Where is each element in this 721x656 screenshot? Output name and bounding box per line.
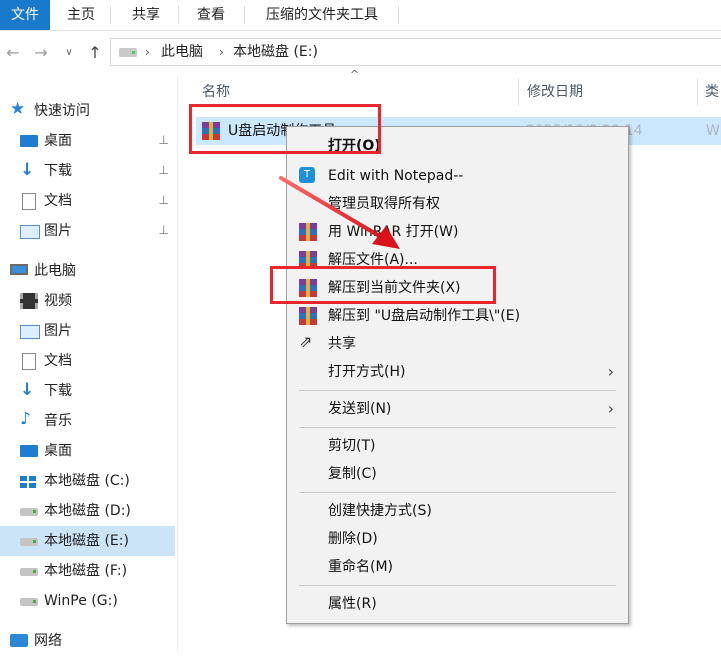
annotation-arrow <box>279 176 400 249</box>
